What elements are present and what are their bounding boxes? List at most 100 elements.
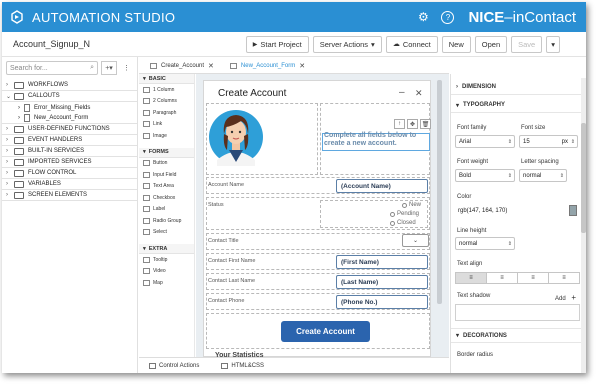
- tree-item-workflows[interactable]: › WORKFLOWS: [2, 80, 137, 91]
- move-icon[interactable]: ✥: [407, 119, 418, 129]
- chevron-right-icon: ›: [6, 137, 8, 143]
- chevron-right-icon: ›: [6, 159, 8, 165]
- chevron-right-icon: ›: [6, 170, 8, 176]
- help-icon[interactable]: ?: [441, 10, 455, 24]
- settings-gear-icon[interactable]: ⚙: [414, 8, 432, 26]
- connect-button[interactable]: ☁ Connect: [385, 35, 438, 53]
- tree-child-new-account-form[interactable]: › New_Account_Form: [2, 113, 137, 124]
- tree-item-variables[interactable]: › VARIABLES: [2, 179, 137, 190]
- text-align-group: ≡ ≡ ≡ ≡: [455, 272, 580, 284]
- properties-scrollbar[interactable]: [581, 78, 586, 373]
- color-input[interactable]: rgb(147, 164, 170): [455, 204, 570, 217]
- scrollbar-thumb[interactable]: [581, 123, 586, 233]
- tab-create-account[interactable]: Create_Account ✕: [145, 58, 219, 73]
- palette-item-link[interactable]: Link: [139, 119, 194, 131]
- tree-item-built-in-services[interactable]: › BUILT-IN SERVICES: [2, 146, 137, 157]
- save-options-button[interactable]: ▾: [546, 35, 560, 53]
- line-height-input[interactable]: normal ⇕: [455, 237, 515, 250]
- align-justify-icon[interactable]: ≡: [549, 273, 579, 283]
- palette-section-extra[interactable]: ▾ EXTRA: [139, 244, 194, 254]
- status-label: Status: [208, 202, 224, 208]
- tree-item-callouts[interactable]: ⌄ CALLOUTS: [2, 91, 137, 102]
- palette-item-label[interactable]: Label: [139, 204, 194, 216]
- align-right-icon[interactable]: ≡: [518, 273, 549, 283]
- select-arrows-icon: ⇕: [507, 138, 512, 145]
- palette-item-map[interactable]: Map: [139, 277, 194, 289]
- create-account-button[interactable]: Create Account: [281, 321, 370, 342]
- palette-item-1-column[interactable]: 1 Column: [139, 84, 194, 96]
- tab-new-account-form[interactable]: New_Account_Form ✕: [225, 58, 310, 73]
- radio-circle: [402, 202, 407, 208]
- palette-section-forms[interactable]: ▾ FORMS: [139, 147, 194, 158]
- explorer-search-input[interactable]: Search for... ⌕: [6, 61, 98, 75]
- workflow-icon: [150, 62, 157, 69]
- open-button[interactable]: Open: [474, 35, 508, 53]
- radio-new[interactable]: New: [402, 202, 421, 208]
- more-options-icon[interactable]: ⋮: [120, 61, 133, 75]
- palette-item-paragraph[interactable]: Paragraph: [139, 107, 194, 119]
- text-shadow-box[interactable]: [455, 304, 580, 321]
- palette-item-label: Map: [153, 279, 163, 286]
- tab-control-actions[interactable]: Control Actions: [149, 362, 199, 369]
- contact-title-select[interactable]: ⌄: [402, 234, 429, 247]
- section-decorations[interactable]: ▾ DECORATIONS: [451, 328, 582, 343]
- tree-child-error-missing-fields[interactable]: › Error_Missing_Fields: [2, 102, 137, 113]
- canvas-scrollbar[interactable]: [437, 80, 442, 304]
- align-left-icon[interactable]: ≡: [456, 273, 487, 283]
- close-tab-icon[interactable]: ✕: [208, 62, 214, 70]
- radio-pending[interactable]: Pending: [390, 211, 419, 217]
- palette-item-video[interactable]: Video: [139, 266, 194, 278]
- form-close-icon[interactable]: ✕: [415, 88, 423, 99]
- form-preview: Create Account – ✕ ↑ ✥ 🗑 Complete all fi…: [203, 80, 434, 359]
- add-shadow-button[interactable]: Add +: [555, 293, 576, 302]
- tab-html-css[interactable]: HTML&CSS: [221, 362, 264, 369]
- palette-item-image[interactable]: Image: [139, 130, 194, 142]
- connect-label: Connect: [402, 39, 431, 49]
- letter-spacing-input[interactable]: normal ⇕: [519, 169, 567, 182]
- close-tab-icon[interactable]: ✕: [299, 62, 305, 70]
- delete-icon[interactable]: 🗑: [420, 119, 431, 129]
- tree-item-user-defined-functions[interactable]: › USER-DEFINED FUNCTIONS: [2, 124, 137, 135]
- palette-section-basic[interactable]: ▾ BASIC: [139, 74, 194, 84]
- form-minimize-icon[interactable]: –: [399, 87, 405, 98]
- palette-item-radio-group[interactable]: Radio Group: [139, 215, 194, 227]
- phone-input[interactable]: (Phone No.): [336, 295, 428, 309]
- tree-item-screen-elements[interactable]: › SCREEN ELEMENTS: [2, 190, 137, 201]
- palette-item-input-field[interactable]: Input Field: [139, 169, 194, 181]
- chevron-right-icon: ›: [6, 82, 8, 88]
- server-actions-button[interactable]: Server Actions ▾: [312, 35, 382, 53]
- tree-item-flow-control[interactable]: › FLOW CONTROL: [2, 168, 137, 179]
- font-family-select[interactable]: Arial ⇕: [455, 135, 515, 148]
- form-title: Create Account: [218, 88, 287, 99]
- add-label: Add: [555, 296, 566, 302]
- start-project-button[interactable]: ▶ Start Project: [245, 35, 309, 53]
- palette-item-tooltip[interactable]: Tooltip: [139, 254, 194, 266]
- field-row[interactable]: [206, 233, 430, 250]
- color-swatch[interactable]: [569, 205, 577, 216]
- save-button[interactable]: Save: [511, 35, 543, 53]
- palette-item-2-columns[interactable]: 2 Columns: [139, 96, 194, 108]
- tree-item-imported-services[interactable]: › IMPORTED SERVICES: [2, 157, 137, 168]
- tree-item-event-handlers[interactable]: › EVENT HANDLERS: [2, 135, 137, 146]
- palette-item-text-area[interactable]: Text Area: [139, 181, 194, 193]
- palette-item-select[interactable]: Select: [139, 227, 194, 239]
- font-weight-select[interactable]: Bold ⇕: [455, 169, 515, 182]
- move-up-icon[interactable]: ↑: [394, 119, 405, 129]
- instructions-paragraph[interactable]: Complete all fields below to create a ne…: [324, 132, 434, 148]
- align-center-icon[interactable]: ≡: [487, 273, 518, 283]
- section-dimension[interactable]: › DIMENSION: [451, 80, 586, 95]
- last-name-input[interactable]: (Last Name): [336, 275, 428, 289]
- palette-item-checkbox[interactable]: Checkbox: [139, 192, 194, 204]
- radio-label: Closed: [397, 220, 416, 226]
- radio-closed[interactable]: Closed: [390, 220, 416, 226]
- code-icon: [221, 362, 229, 369]
- first-name-input[interactable]: (First Name): [336, 255, 428, 269]
- tree-item-label: VARIABLES: [28, 181, 61, 187]
- add-item-button[interactable]: +▾: [101, 61, 117, 75]
- new-button[interactable]: New: [441, 35, 471, 53]
- account-name-input[interactable]: (Account Name): [336, 179, 428, 193]
- section-typography[interactable]: ▾ TYPOGRAPHY: [451, 98, 586, 113]
- font-size-input[interactable]: 15 px ⇕: [519, 135, 578, 148]
- tree-item-label: USER-DEFINED FUNCTIONS: [28, 126, 110, 132]
- palette-item-button[interactable]: Button: [139, 158, 194, 170]
